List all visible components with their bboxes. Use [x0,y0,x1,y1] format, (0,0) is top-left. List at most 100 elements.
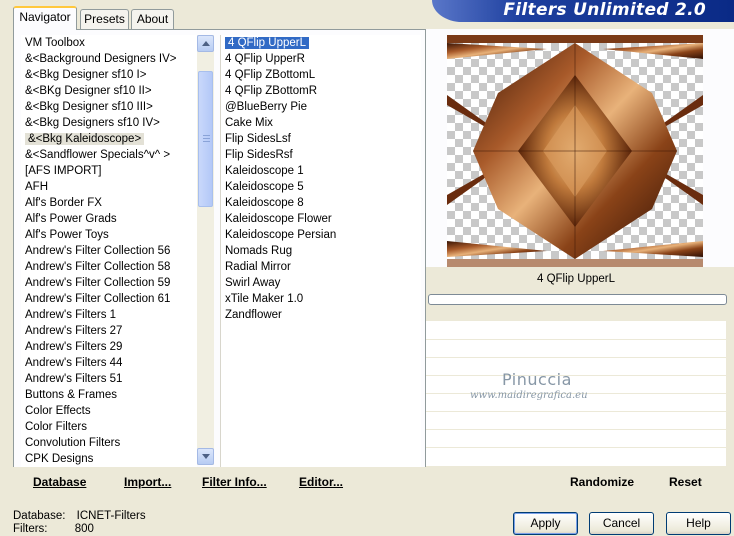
category-item[interactable]: Andrew's Filters 44 [21,355,197,371]
category-item[interactable]: CPK Designs [21,451,197,467]
filter-item[interactable]: Cake Mix [221,115,421,131]
arrow-up-icon [202,41,210,46]
category-item-label: Color Filters [25,421,87,433]
category-item-label: Color Effects [25,405,91,417]
category-item[interactable]: &<Sandflower Specials^v^ > [21,147,197,163]
preview-image [447,35,703,267]
filter-item[interactable]: Radial Mirror [221,259,421,275]
category-item[interactable]: Alf's Power Grads [21,211,197,227]
tab-navigator[interactable]: Navigator [13,6,77,30]
import-button[interactable]: Import... [124,475,171,489]
category-item[interactable]: Andrew's Filters 51 [21,371,197,387]
category-item-label: Andrew's Filters 27 [25,325,123,337]
category-item[interactable]: Alf's Power Toys [21,227,197,243]
category-item-label: Convolution Filters [25,437,121,449]
category-item-label: &<Bkg Kaleidoscope> [25,133,145,145]
filter-item-label: Radial Mirror [225,261,291,273]
category-item[interactable]: &<Background Designers IV> [21,51,197,67]
category-item[interactable]: &<BKg Designer sf10 II> [21,83,197,99]
scroll-thumb[interactable] [198,71,213,207]
scroll-down-button[interactable] [197,448,214,465]
category-item[interactable]: Convolution Filters [21,435,197,451]
randomize-button[interactable]: Randomize [570,475,634,489]
reset-button[interactable]: Reset [669,475,702,489]
category-item[interactable]: Andrew's Filters 1 [21,307,197,323]
filter-item-label: Kaleidoscope 5 [225,181,304,193]
filters-value: 800 [74,523,94,535]
filter-item[interactable]: xTile Maker 1.0 [221,291,421,307]
category-item[interactable]: Andrew's Filter Collection 59 [21,275,197,291]
category-item-label: Andrew's Filter Collection 61 [25,293,171,305]
category-list[interactable]: VM Toolbox &<Background Designers IV> &<Bk… [21,35,197,467]
tab-presets[interactable]: Presets [80,9,129,29]
editor-button[interactable]: Editor... [299,475,343,489]
category-item[interactable]: VM Toolbox [21,35,197,51]
preview-caption: 4 QFlip UpperL [426,268,726,294]
filter-item[interactable]: Kaleidoscope 5 [221,179,421,195]
filter-item[interactable]: Flip SidesRsf [221,147,421,163]
filter-item[interactable]: Kaleidoscope 1 [221,163,421,179]
app-title: Filters Unlimited 2.0 [503,0,706,20]
category-item-label: Alf's Power Grads [25,213,117,225]
category-item[interactable]: Andrew's Filter Collection 61 [21,291,197,307]
category-item[interactable]: AFH [21,179,197,195]
category-item-label: &<Bkg Designer sf10 III> [25,101,153,113]
filter-item-label: Kaleidoscope 1 [225,165,304,177]
filter-list[interactable]: 4 QFlip UpperL 4 QFlip UpperR 4 QFlip ZBot… [220,35,421,467]
filter-item-label: @BlueBerry Pie [225,101,307,113]
category-item[interactable]: &<Bkg Designers sf10 IV> [21,115,197,131]
filter-item[interactable]: @BlueBerry Pie [221,99,421,115]
filter-item-label: Flip SidesRsf [225,149,293,161]
filter-item[interactable]: Flip SidesLsf [221,131,421,147]
title-banner: Filters Unlimited 2.0 [432,0,734,22]
category-item[interactable]: Color Effects [21,403,197,419]
filter-item-label: Cake Mix [225,117,273,129]
watermark-name: Pinuccia [502,370,572,389]
category-item[interactable]: Andrew's Filter Collection 58 [21,259,197,275]
category-item-label: Andrew's Filters 29 [25,341,123,353]
filter-item[interactable]: Swirl Away [221,275,421,291]
scroll-up-button[interactable] [197,35,214,52]
preview-frame [426,29,734,267]
filter-item[interactable]: 4 QFlip ZBottomR [221,83,421,99]
category-item-label: &<Background Designers IV> [25,53,177,65]
filter-item[interactable]: Kaleidoscope Flower [221,211,421,227]
category-item[interactable]: Andrew's Filters 29 [21,339,197,355]
category-item[interactable]: Buttons & Frames [21,387,197,403]
progress-bar [428,294,727,305]
filter-item-label: Swirl Away [225,277,281,289]
category-item[interactable]: Andrew's Filter Collection 56 [21,243,197,259]
database-button[interactable]: Database [33,475,86,489]
filter-info-button[interactable]: Filter Info... [202,475,267,489]
category-item[interactable]: Andrew's Filters 27 [21,323,197,339]
category-item-label: Andrew's Filter Collection 56 [25,245,171,257]
category-item[interactable]: Alf's Border FX [21,195,197,211]
filter-item[interactable]: Zandflower [221,307,421,323]
category-item-label: &<Bkg Designer sf10 I> [25,69,147,81]
category-item[interactable]: [AFS IMPORT] [21,163,197,179]
filter-item[interactable]: Kaleidoscope Persian [221,227,421,243]
category-item-label: Andrew's Filters 44 [25,357,123,369]
filter-item-label: Kaleidoscope Flower [225,213,332,225]
filter-item[interactable]: 4 QFlip UpperL [221,35,421,51]
category-item-label: Alf's Border FX [25,197,102,209]
filter-item-label: Zandflower [225,309,282,321]
category-item-label: Alf's Power Toys [25,229,109,241]
filter-item[interactable]: Nomads Rug [221,243,421,259]
filter-item-label: Kaleidoscope Persian [225,229,337,241]
filter-item[interactable]: 4 QFlip ZBottomL [221,67,421,83]
filter-item-label: 4 QFlip ZBottomL [225,69,316,81]
category-item-label: Andrew's Filters 51 [25,373,123,385]
category-item[interactable]: &<Bkg Designer sf10 III> [21,99,197,115]
database-label: Database: [13,510,66,522]
filter-item[interactable]: Kaleidoscope 8 [221,195,421,211]
category-item[interactable]: &<Bkg Kaleidoscope> [21,131,197,147]
category-item-label: &<BKg Designer sf10 II> [25,85,152,97]
tab-about[interactable]: About [131,9,174,29]
category-scrollbar[interactable] [197,35,214,465]
category-item-label: AFH [25,181,48,193]
filter-item[interactable]: 4 QFlip UpperR [221,51,421,67]
category-item[interactable]: &<Bkg Designer sf10 I> [21,67,197,83]
category-item[interactable]: Color Filters [21,419,197,435]
database-value: ICNET-Filters [76,510,146,522]
